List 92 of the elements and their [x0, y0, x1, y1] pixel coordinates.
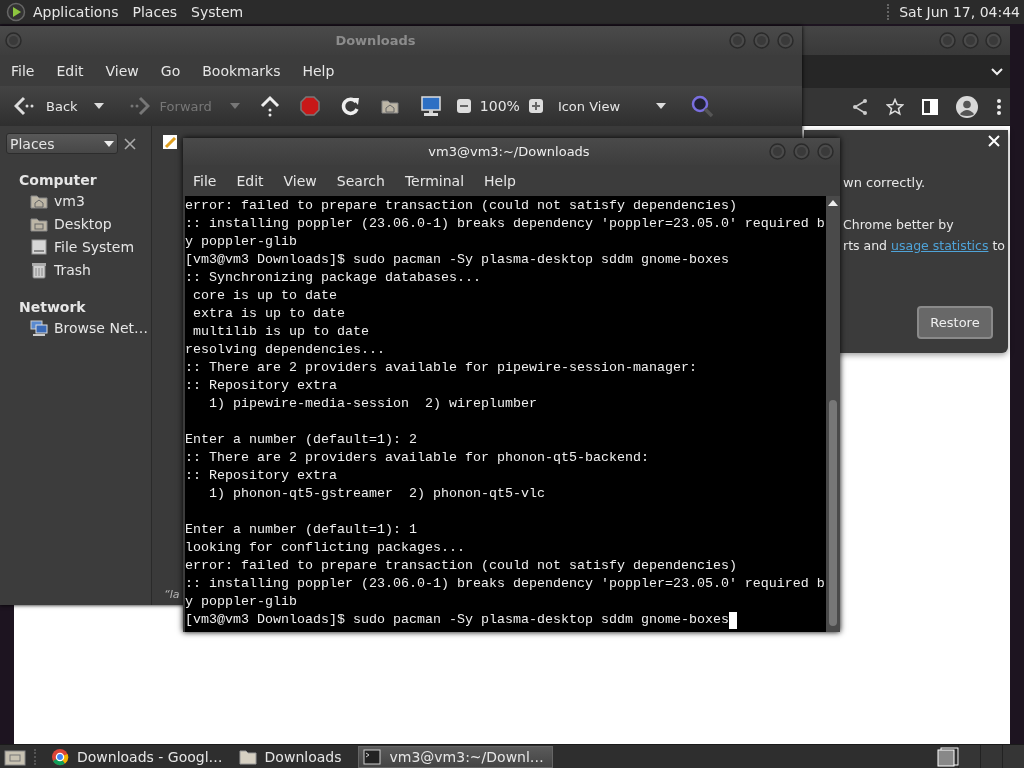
close-icon[interactable]	[124, 137, 136, 150]
usage-statistics-link[interactable]: usage statistics	[891, 238, 989, 253]
menu-item[interactable]: Go	[152, 62, 189, 79]
window-title: Downloads	[334, 33, 417, 48]
terminal-line: :: There are 2 providers available for phonon-qt5-backend:	[185, 449, 649, 467]
terminal-line: extra is up to date	[192, 305, 345, 323]
menu-item[interactable]: File	[185, 172, 225, 189]
menu-item[interactable]: Search	[328, 172, 393, 189]
star-icon[interactable]	[886, 97, 904, 116]
up-arrow-icon[interactable]	[259, 95, 280, 117]
back-history-caret-icon[interactable]	[93, 103, 104, 109]
terminal-line: [vm3@vm3 Downloads]$ sudo pacman -Sy plasma-desktop sddm gnome-boxes	[185, 251, 729, 269]
terminal-line: :: Repository extra	[185, 467, 337, 485]
place-item[interactable]: File System	[0, 235, 151, 258]
forward-history-caret-icon[interactable]	[229, 103, 240, 109]
menu-item[interactable]: View	[275, 172, 325, 189]
terminal-line: y poppler-glib	[185, 593, 297, 611]
places-dropdown[interactable]: Places	[6, 133, 118, 154]
drive-icon	[30, 237, 48, 256]
scroll-up-icon[interactable]	[828, 200, 838, 206]
menu-item[interactable]: View	[97, 62, 147, 79]
terminal-line: y poppler-glib	[185, 233, 297, 251]
terminal-icon	[363, 747, 382, 766]
menu-logo-icon[interactable]	[6, 2, 26, 22]
place-item[interactable]: Browse Net…	[0, 316, 151, 339]
trash-icon	[30, 260, 48, 279]
terminal-line: core is up to date	[192, 287, 337, 305]
terminal-line: :: Synchronizing package databases...	[185, 269, 481, 287]
browser-icon	[51, 747, 69, 766]
menu-item[interactable]: Bookmarks	[194, 62, 289, 79]
clock: Sat Jun 17, 04:44	[899, 4, 1020, 20]
zoom-out-icon[interactable]	[455, 98, 472, 114]
stop-icon[interactable]	[299, 96, 320, 116]
profile-icon[interactable]	[956, 95, 978, 118]
edit-icon[interactable]	[162, 134, 178, 150]
panel-menu[interactable]: Places	[132, 4, 178, 20]
menu-item[interactable]: Help	[476, 172, 524, 189]
popup-text: Chrome better by	[843, 217, 954, 232]
folder-icon	[238, 747, 257, 766]
terminal-line: :: There are 2 providers available for pipewire-session-manager:	[185, 359, 697, 377]
back-arrow-icon	[14, 96, 36, 116]
menu-item[interactable]: File	[3, 62, 43, 79]
window-thumbnail-icon	[937, 746, 959, 767]
terminal-line: 1) phonon-qt5-gstreamer 2) phonon-qt5-vlc	[208, 485, 545, 503]
section-header: Network	[18, 298, 87, 316]
section-header: Computer	[18, 171, 98, 189]
taskbar-button[interactable]: Downloads - Googl…	[46, 745, 232, 768]
terminal-line: :: Repository extra	[185, 377, 337, 395]
panel-menu[interactable]: System	[191, 4, 244, 20]
computer-icon[interactable]	[419, 95, 442, 117]
restore-button[interactable]: Restore	[917, 306, 993, 339]
panel-menu[interactable]: Applications	[33, 4, 119, 20]
menu-item[interactable]: Edit	[228, 172, 272, 189]
popup-text: rts and usage statistics to	[843, 238, 1005, 253]
reload-icon[interactable]	[339, 96, 360, 116]
terminal-line: error: failed to prepare transaction (could not satisfy dependencies)	[185, 557, 737, 575]
back-button[interactable]: Back	[10, 96, 82, 116]
workspace-switcher[interactable]	[937, 744, 1024, 768]
menu-item[interactable]: Edit	[48, 62, 92, 79]
network-icon	[30, 318, 48, 337]
zoom-in-icon[interactable]	[527, 98, 544, 114]
search-icon[interactable]	[689, 94, 714, 118]
place-item[interactable]: vm3	[0, 189, 151, 212]
scrollbar[interactable]	[826, 196, 840, 632]
menu-item[interactable]: Terminal	[396, 172, 473, 189]
chevron-down-icon[interactable]	[990, 66, 1004, 77]
status-text: “la	[164, 588, 180, 601]
taskbar-button[interactable]: vm3@vm3:~/Downl…	[358, 745, 553, 768]
window-title: vm3@vm3:~/Downloads	[427, 144, 591, 159]
popup-text: wn correctly.	[843, 175, 926, 190]
menu-item[interactable]: Help	[294, 62, 343, 79]
place-item[interactable]: Desktop	[0, 212, 151, 235]
side-panel-icon[interactable]	[922, 98, 938, 115]
caret-icon[interactable]	[655, 103, 666, 109]
show-desktop-icon[interactable]	[4, 747, 26, 766]
terminal-line: Enter a number (default=1): 1	[185, 521, 417, 539]
home-folder-icon[interactable]	[379, 97, 400, 115]
terminal-line: Enter a number (default=1): 2	[185, 431, 417, 449]
menu-icon[interactable]	[996, 97, 1002, 116]
terminal-line: 1) pipewire-media-session 2) wireplumber	[208, 395, 537, 413]
terminal-line: looking for conflicting packages...	[185, 539, 465, 557]
share-icon[interactable]	[852, 97, 868, 116]
terminal-line: :: installing poppler (23.06.0-1) breaks dependency 'poppler=23.05.0' required b	[185, 215, 825, 233]
zoom-level: 100%	[479, 98, 520, 114]
terminal-line: [vm3@vm3 Downloads]$ sudo pacman -Sy plasma-desktop sddm gnome-boxes	[185, 611, 729, 629]
view-dropdown[interactable]: Icon View	[553, 98, 670, 114]
terminal-line: error: failed to prepare transaction (could not satisfy dependencies)	[185, 197, 737, 215]
terminal-line: multilib is up to date	[192, 323, 369, 341]
taskbar-button[interactable]: Downloads	[233, 745, 351, 768]
terminal-line: resolving dependencies...	[185, 341, 385, 359]
terminal-line: :: installing poppler (23.06.0-1) breaks dependency 'poppler=23.05.0' required b	[185, 575, 825, 593]
place-item[interactable]: Trash	[0, 258, 151, 281]
